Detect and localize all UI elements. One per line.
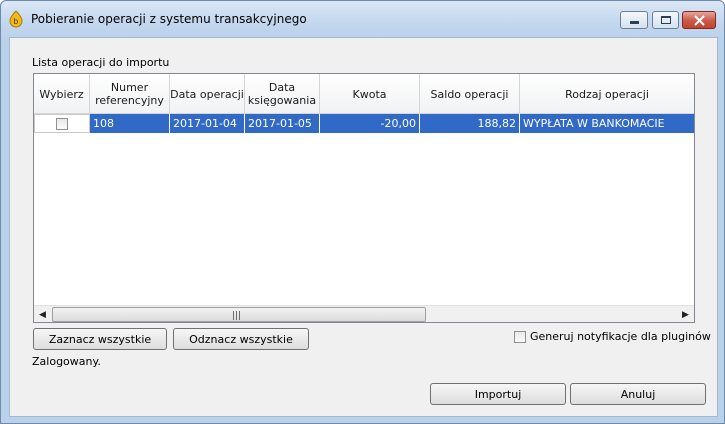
row-reference: 108 [90,114,170,133]
close-button[interactable] [682,11,716,29]
dialog-content: Lista operacji do importu Wybierz Numer … [9,37,718,417]
column-header-balance[interactable]: Saldo operacji [420,74,520,114]
title-bar[interactable]: b Pobieranie operacji z systemu transakc… [1,1,724,37]
window-title: Pobieranie operacji z systemu transakcyj… [31,12,307,26]
scroll-left-icon[interactable]: ◀ [34,306,51,323]
column-header-amount[interactable]: Kwota [320,74,420,114]
row-select-checkbox[interactable] [56,118,68,130]
select-all-button[interactable]: Zaznacz wszystkie [33,328,167,350]
column-header-reference[interactable]: Numer referencyjny [90,74,170,114]
row-type: WYPŁATA W BANKOMACIE [523,117,665,130]
cancel-button[interactable]: Anuluj [570,383,706,405]
scrollbar-thumb[interactable] [52,307,426,322]
column-header-booking-date[interactable]: Data księgowania [245,74,320,114]
import-button[interactable]: Importuj [430,383,566,405]
row-booking-date: 2017-01-05 [245,114,320,133]
notify-plugins-checkbox[interactable] [514,330,526,343]
table-header: Wybierz Numer referencyjny Data operacji… [34,74,694,114]
horizontal-scrollbar[interactable]: ◀ ▶ [34,305,694,322]
operations-table[interactable]: Wybierz Numer referencyjny Data operacji… [33,73,695,323]
status-text: Zalogowany. [32,355,101,368]
close-icon [694,15,705,26]
scroll-right-icon[interactable]: ▶ [677,306,694,323]
column-header-operation-date[interactable]: Data operacji [170,74,245,114]
operations-list-label: Lista operacji do importu [32,56,170,69]
row-select-cell[interactable] [34,114,90,133]
row-amount: -20,00 [320,114,420,133]
notify-plugins-label: Generuj notyfikacje dla pluginów [530,330,711,343]
deselect-all-button[interactable]: Odznacz wszystkie [173,328,309,350]
maximize-button[interactable] [652,11,679,29]
column-header-select[interactable]: Wybierz [34,74,90,114]
notify-plugins-option[interactable]: Generuj notyfikacje dla pluginów [514,330,711,343]
app-icon: b [9,10,23,28]
maximize-icon [661,16,671,24]
column-header-type[interactable]: Rodzaj operacji [520,74,694,114]
grip-icon [233,311,241,320]
minimize-button[interactable] [620,11,648,29]
svg-text:b: b [13,17,18,26]
row-balance: 188,82 [420,114,520,133]
dialog-window: b Pobieranie operacji z systemu transakc… [0,0,725,424]
minimize-icon [630,21,639,24]
row-operation-date: 2017-01-04 [170,114,245,133]
table-row[interactable]: 108 2017-01-04 2017-01-05 -20,00 188,82 … [34,114,694,133]
